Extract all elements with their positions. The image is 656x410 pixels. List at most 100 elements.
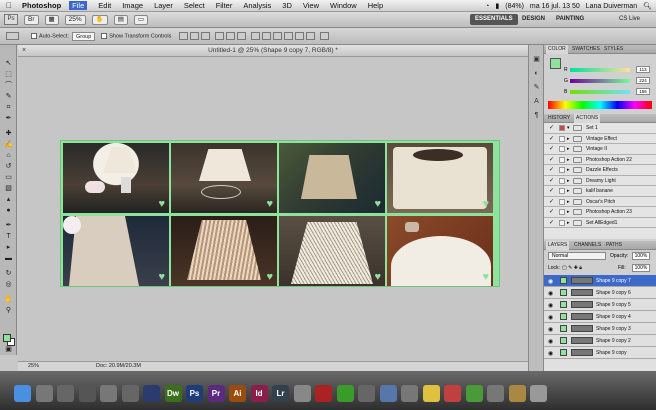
app-icon-9[interactable] xyxy=(401,385,418,402)
zoom-tool-icon[interactable]: ⚲ xyxy=(3,306,14,315)
dialog-toggle[interactable] xyxy=(559,125,565,131)
check-icon[interactable]: ✓ xyxy=(549,167,555,173)
align-middle-icon[interactable] xyxy=(190,32,200,40)
layer-row[interactable]: ◉ Shape 9 copy 5 xyxy=(544,299,656,311)
app-icon-10[interactable] xyxy=(444,385,461,402)
expand-triangle-icon[interactable]: ▸ xyxy=(567,155,570,165)
channel-value[interactable]: 224 xyxy=(636,77,650,84)
check-icon[interactable]: ✓ xyxy=(549,209,555,215)
color-spectrum-bar[interactable] xyxy=(548,101,652,109)
channel-slider[interactable] xyxy=(570,90,630,94)
zoom-readout[interactable]: 25% xyxy=(28,362,39,371)
align-left-icon[interactable] xyxy=(215,32,225,40)
layer-row[interactable]: ◉ Shape 9 copy 4 xyxy=(544,311,656,323)
app-icon-5[interactable] xyxy=(293,385,311,402)
fill-field[interactable]: 100% xyxy=(632,264,650,272)
blur-tool-icon[interactable]: ▴ xyxy=(3,195,14,204)
character-panel-icon[interactable]: A xyxy=(532,97,541,106)
trash-icon[interactable] xyxy=(530,385,547,402)
tab-actions[interactable]: ACTIONS xyxy=(574,114,601,123)
tab-swatches[interactable]: SWATCHES xyxy=(570,45,602,54)
menu-help[interactable]: Help xyxy=(368,1,383,10)
action-set-row[interactable]: ✓ ▸ Dazzle Effects xyxy=(544,165,656,176)
align-bottom-icon[interactable] xyxy=(201,32,211,40)
clone-stamp-tool-icon[interactable]: ⌂ xyxy=(3,151,14,160)
expand-triangle-icon[interactable]: ▸ xyxy=(567,186,570,196)
menu-file[interactable]: File xyxy=(69,1,88,10)
photo-icon[interactable] xyxy=(35,385,53,402)
utorrent-icon[interactable] xyxy=(336,385,354,402)
healing-brush-tool-icon[interactable]: ✚ xyxy=(3,129,14,138)
dialog-toggle[interactable] xyxy=(559,209,565,215)
check-icon[interactable]: ✓ xyxy=(549,199,555,205)
clock[interactable]: ma 16 jul. 13 50 xyxy=(530,3,580,10)
indesign-icon[interactable]: Id xyxy=(250,385,268,402)
menu-filter[interactable]: Filter xyxy=(216,1,233,10)
dialog-toggle[interactable] xyxy=(559,188,565,194)
spotlight-icon[interactable]: 🔍︎ xyxy=(643,2,652,10)
expand-triangle-icon[interactable]: ▸ xyxy=(567,218,570,228)
action-set-row[interactable]: ✓ ▸ Photoshop Action 22 xyxy=(544,155,656,165)
workspace-design[interactable]: DESIGN xyxy=(517,14,550,25)
distribute-bottom-icon[interactable] xyxy=(273,32,283,40)
brush-tool-icon[interactable]: ✍ xyxy=(3,140,14,149)
dialog-toggle[interactable] xyxy=(559,156,565,163)
doc-size-info[interactable]: Doc: 20.9M/20.3M xyxy=(96,362,141,371)
dialog-toggle[interactable] xyxy=(559,135,565,142)
check-icon[interactable]: ✓ xyxy=(549,136,555,142)
bridge-icon[interactable] xyxy=(143,385,160,402)
menu-view[interactable]: View xyxy=(303,1,319,10)
action-set-row[interactable]: ✓ ▾ Set 1 xyxy=(544,123,656,134)
check-icon[interactable]: ✓ xyxy=(549,178,555,184)
tab-styles[interactable]: STYLES xyxy=(602,45,625,54)
quick-select-tool-icon[interactable]: ✎ xyxy=(3,92,14,101)
adjustments-panel-icon[interactable]: ◐ xyxy=(532,69,541,78)
expand-triangle-icon[interactable]: ▸ xyxy=(567,134,570,144)
align-top-icon[interactable] xyxy=(179,32,189,40)
menu-3d[interactable]: 3D xyxy=(282,1,292,10)
menu-edit[interactable]: Edit xyxy=(98,1,111,10)
eyedropper-tool-icon[interactable]: ✒ xyxy=(3,114,14,123)
expand-triangle-icon[interactable]: ▸ xyxy=(567,165,570,175)
action-set-row[interactable]: ✓ ▸ Vintage Effect xyxy=(544,134,656,144)
expand-triangle-icon[interactable]: ▸ xyxy=(567,144,570,154)
blend-mode-select[interactable]: Normal xyxy=(548,252,606,260)
cs-live-button[interactable]: CS Live xyxy=(614,14,645,25)
apple-icon[interactable]:  xyxy=(6,1,16,10)
check-icon[interactable]: ✓ xyxy=(549,125,555,131)
tool-preset-picker[interactable] xyxy=(6,32,19,40)
action-set-row[interactable]: ✓ ▸ Photoshop Action 23 xyxy=(544,207,656,218)
3d-rotate-tool-icon[interactable]: ↻ xyxy=(3,269,14,278)
app-icon-4[interactable] xyxy=(121,385,139,402)
dialog-toggle[interactable] xyxy=(559,146,565,152)
dreamweaver-icon[interactable]: Dw xyxy=(164,385,182,402)
app-icon-6[interactable] xyxy=(315,385,332,402)
3d-orbit-tool-icon[interactable]: ◎ xyxy=(3,280,14,289)
path-selection-tool-icon[interactable]: ▸ xyxy=(3,243,14,252)
workspace-essentials[interactable]: ESSENTIALS xyxy=(470,14,518,25)
expand-triangle-icon[interactable]: ▾ xyxy=(567,123,570,133)
tab-layers[interactable]: LAYERS xyxy=(546,241,570,250)
action-set-row[interactable]: ✓ ▸ kalif banane xyxy=(544,186,656,197)
document-tab[interactable]: × Untitled-1 @ 25% (Shape 9 copy 7, RGB/… xyxy=(18,45,528,57)
chrome-icon[interactable] xyxy=(465,385,483,402)
arrange-documents-button[interactable]: ▤ xyxy=(113,14,128,25)
menu-analysis[interactable]: Analysis xyxy=(243,1,271,10)
bridge-button[interactable]: Br xyxy=(24,14,39,25)
photoshop-icon[interactable]: Ps xyxy=(186,385,203,402)
menu-layer[interactable]: Layer xyxy=(154,1,173,10)
brush-panel-icon[interactable]: ✎ xyxy=(532,83,541,92)
view-extras-button[interactable]: ▦ xyxy=(44,14,59,25)
hand-tool-icon[interactable]: ✋ xyxy=(3,295,14,304)
tab-color[interactable]: COLOR xyxy=(546,45,568,54)
app-icon-3[interactable] xyxy=(100,385,117,402)
document-canvas[interactable]: ♥ ♥ ♥ ♥ ♥ ♥ ♥ ♥ xyxy=(60,140,500,287)
check-icon[interactable]: ✓ xyxy=(549,146,555,152)
crop-tool-icon[interactable]: ⌗ xyxy=(3,103,14,112)
illustrator-icon[interactable]: Ai xyxy=(229,385,246,402)
shape-tool-icon[interactable]: ▬ xyxy=(3,254,14,263)
group-select[interactable]: Group xyxy=(71,31,96,41)
battery-icon[interactable]: ▮ xyxy=(495,2,499,10)
visibility-eye-icon[interactable]: ◉ xyxy=(548,348,553,360)
menu-select[interactable]: Select xyxy=(184,1,205,10)
